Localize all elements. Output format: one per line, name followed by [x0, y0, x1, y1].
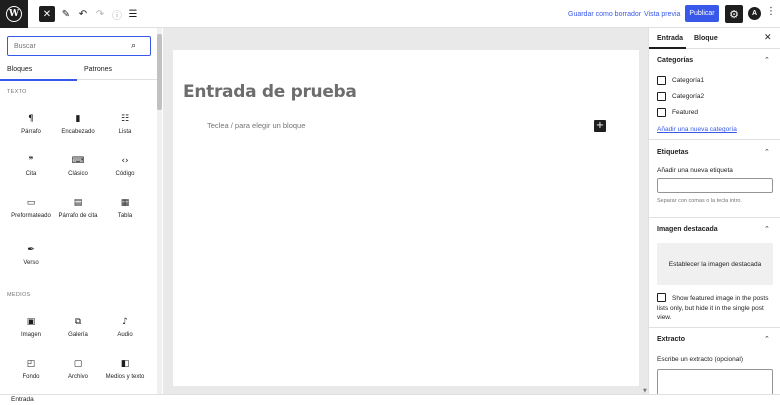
tab-block[interactable]: Bloque — [694, 35, 718, 42]
featured-image-panel-title[interactable]: Imagen destacada — [657, 226, 718, 233]
block-cover[interactable]: ◰ Fondo — [7, 357, 55, 389]
scrollbar-thumb[interactable] — [157, 34, 162, 110]
block-search-input[interactable] — [7, 36, 151, 56]
pullquote-icon: ▤ — [73, 198, 83, 208]
paragraph-icon: ¶ — [28, 114, 34, 124]
featured-option-label: Show featured image in the posts lists o… — [657, 295, 769, 321]
close-icon[interactable]: ✕ — [764, 33, 772, 43]
panel-divider — [649, 327, 780, 328]
settings-gear-icon[interactable]: ⚙ — [725, 5, 743, 23]
tab-post[interactable]: Entrada — [657, 35, 683, 42]
category-label: Featured — [672, 109, 699, 116]
code-icon: ‹› — [121, 156, 129, 166]
list-view-icon[interactable]: ☰ — [127, 5, 139, 23]
set-featured-image-button[interactable]: Establecer la imagen destacada — [657, 243, 773, 285]
add-tag-label: Añadir una nueva etiqueta — [657, 167, 733, 174]
block-quote[interactable]: ❞ Cita — [7, 154, 55, 186]
excerpt-panel-title[interactable]: Extracto — [657, 336, 685, 343]
close-inserter-button[interactable]: ✕ — [39, 6, 55, 22]
block-code[interactable]: ‹› Código — [101, 154, 149, 186]
category-text-heading: TEXTO — [7, 89, 27, 95]
preview-button[interactable]: Vista previa — [644, 5, 680, 23]
chevron-up-icon[interactable]: ⌃ — [764, 335, 770, 343]
publish-button[interactable]: Publicar — [685, 5, 719, 22]
redo-icon[interactable]: ↷ — [94, 5, 106, 23]
inserter-scrollbar[interactable] — [157, 28, 162, 394]
block-preformatted[interactable]: ▭ Preformateado — [7, 196, 55, 228]
tags-help-text: Separar con comas o la tecla intro. — [657, 198, 742, 204]
block-placeholder[interactable]: Teclea / para elegir un bloque — [207, 121, 305, 130]
block-gallery[interactable]: ⧉ Galería — [54, 315, 102, 347]
sidebar-tabs: Entrada Bloque ✕ — [649, 28, 780, 49]
category-checkbox[interactable] — [657, 76, 666, 85]
pencil-tool-icon[interactable]: ✎ — [60, 5, 72, 23]
keyboard-icon: ⌨ — [71, 156, 85, 166]
cover-icon: ◰ — [26, 359, 36, 369]
table-icon: ▦ — [120, 198, 130, 208]
block-table[interactable]: ▦ Tabla — [101, 196, 149, 228]
breadcrumb-item[interactable]: Entrada — [11, 396, 34, 403]
panel-divider — [649, 217, 780, 218]
block-inserter-panel: ⌕ Bloques Patrones TEXTO ¶ Párrafo ▮ Enc… — [0, 28, 162, 394]
inserter-tabs: Bloques Patrones — [0, 63, 157, 81]
post-title[interactable]: Entrada de prueba — [183, 82, 357, 102]
audio-icon: ♪ — [122, 317, 128, 327]
category-checkbox[interactable] — [657, 92, 666, 101]
block-classic[interactable]: ⌨ Clásico — [54, 154, 102, 186]
astra-avatar[interactable]: A — [748, 7, 761, 20]
more-options-icon[interactable]: ⋮ — [766, 6, 776, 17]
wordpress-logo-icon[interactable]: W — [0, 0, 28, 28]
category-label: Categoría2 — [672, 93, 705, 100]
file-icon: ▢ — [73, 359, 83, 369]
verse-icon: ✒ — [27, 245, 35, 255]
chevron-up-icon[interactable]: ⌃ — [764, 225, 770, 233]
block-pullquote[interactable]: ▤ Párrafo de cita — [54, 196, 102, 228]
active-tab-indicator — [649, 47, 686, 49]
add-block-button[interactable]: + — [594, 120, 606, 132]
tab-blocks[interactable]: Bloques — [7, 66, 32, 73]
chevron-up-icon[interactable]: ⌃ — [764, 148, 770, 156]
chevron-up-icon[interactable]: ⌃ — [764, 56, 770, 64]
list-icon: ☷ — [120, 114, 130, 124]
category-label: Categoría1 — [672, 77, 705, 84]
top-toolbar: W ✕ ✎ ↶ ↷ ⓘ ☰ Guardar como borrador Vist… — [0, 0, 780, 28]
excerpt-textarea[interactable] — [657, 369, 773, 394]
search-icon: ⌕ — [131, 41, 137, 51]
block-list[interactable]: ☷ Lista — [101, 112, 149, 144]
preformatted-icon: ▭ — [26, 198, 36, 208]
undo-icon[interactable]: ↶ — [77, 5, 89, 23]
block-verse[interactable]: ✒ Verso — [7, 243, 55, 275]
block-file[interactable]: ▢ Archivo — [54, 357, 102, 389]
gallery-icon: ⧉ — [74, 317, 82, 327]
save-draft-button[interactable]: Guardar como borrador — [568, 5, 641, 23]
block-media-text[interactable]: ◧ Medios y texto — [101, 357, 149, 389]
panel-divider — [649, 139, 780, 140]
image-icon: ▣ — [26, 317, 36, 327]
block-heading[interactable]: ▮ Encabezado — [54, 112, 102, 144]
block-audio[interactable]: ♪ Audio — [101, 315, 149, 347]
excerpt-label: Escribe un extracto (opcional) — [657, 356, 743, 363]
block-paragraph[interactable]: ¶ Párrafo — [7, 112, 55, 144]
category-checkbox[interactable] — [657, 108, 666, 117]
active-tab-indicator — [0, 79, 77, 81]
block-image[interactable]: ▣ Imagen — [7, 315, 55, 347]
tags-panel-title[interactable]: Etiquetas — [657, 149, 689, 156]
tag-input[interactable] — [657, 178, 773, 193]
media-text-icon: ◧ — [120, 359, 130, 369]
tab-patterns[interactable]: Patrones — [84, 66, 112, 73]
quote-icon: ❞ — [28, 156, 34, 166]
add-category-link[interactable]: Añadir una nueva categoría — [657, 126, 737, 133]
block-breadcrumb-bar: Entrada — [0, 394, 780, 405]
category-media-heading: MEDIOS — [7, 292, 31, 298]
details-info-icon[interactable]: ⓘ — [111, 5, 123, 23]
categories-panel-title[interactable]: Categorías — [657, 57, 693, 64]
bookmark-icon: ▮ — [75, 114, 81, 124]
settings-sidebar: Entrada Bloque ✕ Categorías ⌃ Categoría1… — [648, 28, 780, 394]
